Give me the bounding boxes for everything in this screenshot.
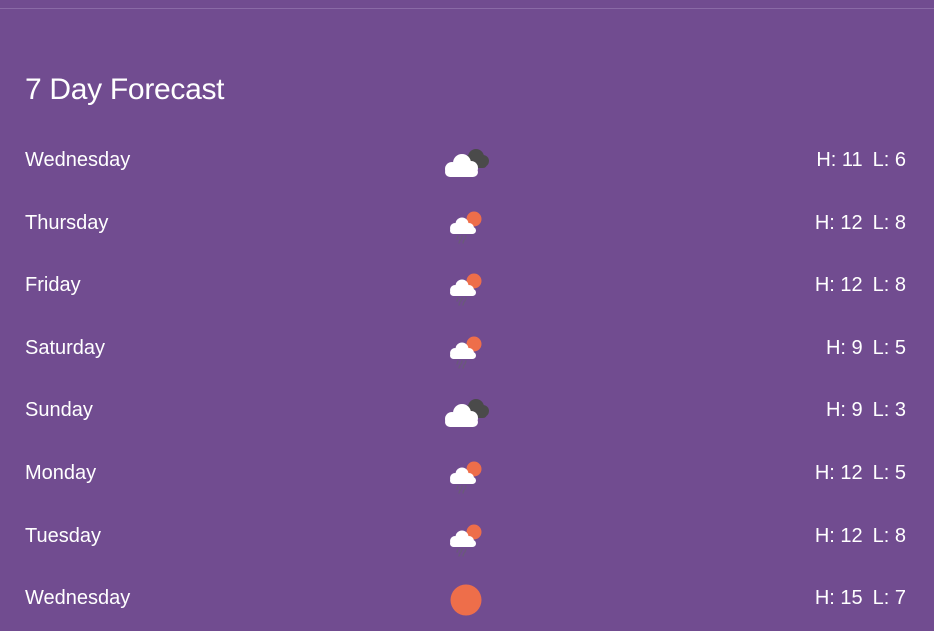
day-label: Friday [25,274,81,297]
forecast-row: Wednesday H: 15 L: 7 [0,568,934,631]
day-label: Wednesday [25,149,131,171]
low-temp: L: 6 [872,149,906,171]
high-temp: H: 9 [825,399,863,422]
temperature-range: H: 12 L: 8 [815,524,906,548]
low-temp: L: 8 [872,524,906,547]
day-label: Thursday [25,211,109,234]
high-temp: H: 12 [814,211,863,234]
forecast-row: Thursday H: 12 L: 8 [0,193,934,256]
high-temp: H: 12 [814,524,863,547]
high-temp: H: 11 [816,149,863,171]
rain-sun-icon [450,273,482,306]
low-temp: L: 8 [872,211,906,234]
forecast-row: Sunday H: 9 L: 3 [0,380,934,443]
temperature-range: H: 12 L: 8 [815,273,906,297]
temperature-range: H: 9 L: 3 [826,398,906,422]
forecast-row: Monday H: 12 L: 5 [0,443,934,506]
high-temp: H: 15 [814,587,863,610]
temperature-range: H: 9 L: 5 [826,336,906,360]
rain-sun-icon [450,524,482,557]
rain-sun-icon [450,336,482,369]
day-label: Sunday [25,399,93,422]
high-temp: H: 12 [814,461,863,484]
cloudy-icon [445,399,489,428]
cloudy-icon [445,149,489,177]
forecast-list: Wednesday H: 11 L: 6 Thursday H: 12 L: 8… [0,130,934,631]
day-label: Saturday [25,336,106,359]
high-temp: H: 12 [814,274,863,297]
temperature-range: H: 12 L: 8 [815,211,906,235]
forecast-row: Friday H: 12 L: 8 [0,255,934,318]
temperature-range: H: 11 L: 6 [816,148,906,172]
low-temp: L: 5 [872,336,906,359]
day-label: Monday [25,461,97,484]
forecast-row: Wednesday H: 11 L: 6 [0,130,934,193]
low-temp: L: 8 [872,274,906,297]
high-temp: H: 9 [825,336,863,359]
temperature-range: H: 12 L: 5 [815,461,906,485]
sun-icon [450,584,482,616]
low-temp: L: 5 [872,461,906,484]
day-label: Wednesday [25,587,131,610]
forecast-row: Saturday H: 9 L: 5 [0,318,934,381]
rain-sun-icon [450,461,482,494]
low-temp: L: 3 [872,399,906,422]
temperature-range: H: 15 L: 7 [815,586,906,610]
day-label: Tuesday [25,524,101,547]
low-temp: L: 7 [872,587,906,610]
forecast-panel: 7 Day Forecast Wednesday H: 11 L: 6 Thurs… [0,0,934,626]
rain-sun-icon [450,211,482,244]
top-divider [0,8,934,9]
page-title: 7 Day Forecast [25,73,225,106]
forecast-row: Tuesday H: 12 L: 8 [0,506,934,569]
